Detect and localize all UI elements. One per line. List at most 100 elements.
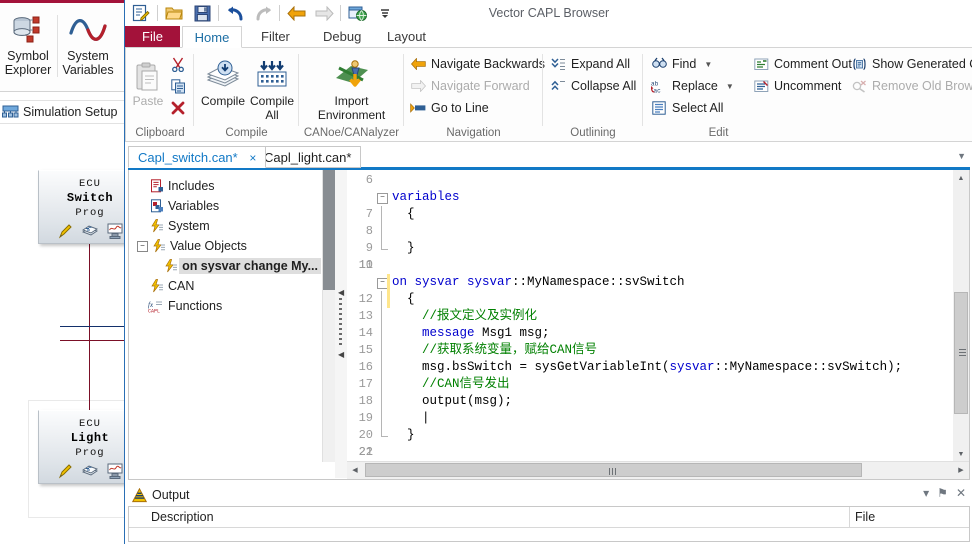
document-tab-capl-switch[interactable]: Capl_switch.can* × <box>128 146 267 168</box>
code-line[interactable]: 6 <box>347 172 969 189</box>
scroll-right-icon[interactable]: ▶ <box>953 462 969 478</box>
select-all-button[interactable]: Select All <box>651 98 723 118</box>
pencil-icon[interactable] <box>58 463 73 479</box>
navigate-forward-icon[interactable] <box>310 1 338 25</box>
close-icon[interactable]: × <box>249 151 256 165</box>
system-variables-button[interactable]: System Variables <box>58 11 118 77</box>
chevron-down-icon[interactable]: ▼ <box>957 151 966 161</box>
customize-qat-icon[interactable] <box>371 1 399 25</box>
splitter-grip[interactable] <box>339 298 342 346</box>
tree-expander[interactable]: − <box>137 240 148 252</box>
remove-old-browser-info-button[interactable]: Remove Old Browser Info <box>851 76 972 96</box>
expand-all-button[interactable]: Expand All <box>550 54 630 74</box>
code-line[interactable]: 11 <box>347 257 969 274</box>
show-generated-code-button[interactable]: Show Generated Code <box>851 54 972 74</box>
document-tab-capl-light[interactable]: Capl_light.can* <box>254 146 362 168</box>
code-scrollbar-thumb[interactable] <box>954 292 968 414</box>
code-hscrollbar-thumb[interactable] <box>365 463 862 477</box>
code-line[interactable]: 21 } <box>347 427 969 459</box>
ecu-light-block[interactable]: ECU Light Prog <box>38 410 124 484</box>
open-folder-icon[interactable] <box>160 1 188 25</box>
code-line[interactable]: 15 message Msg1 msg; <box>347 325 969 357</box>
panel-icon[interactable] <box>107 463 123 479</box>
tree-item-variables[interactable]: Variables <box>137 196 321 216</box>
find-button[interactable]: Find ▼ <box>651 54 712 74</box>
tree-vertical-scrollbar[interactable] <box>322 170 336 462</box>
tree-item-functions[interactable]: fx CAPL Functions <box>137 296 321 316</box>
navigate-forward-button[interactable]: Navigate Forward <box>410 76 530 96</box>
chevron-down-icon[interactable]: ▼ <box>704 60 712 69</box>
ribbon-tab-layout[interactable]: Layout <box>374 26 439 48</box>
redo-icon[interactable] <box>249 1 277 25</box>
cut-button[interactable] <box>170 54 186 74</box>
collapse-all-button[interactable]: Collapse All <box>550 76 636 96</box>
capl-structure-tree[interactable]: Includes Variables System − Value Object… <box>129 170 321 478</box>
scroll-left-icon[interactable]: ◀ <box>347 462 363 478</box>
compile-all-button[interactable]: Compile All <box>248 52 296 122</box>
comment-out-button[interactable]: Comment Out <box>753 54 852 74</box>
ecu-switch-block[interactable]: ECU Switch Prog <box>38 170 124 244</box>
code-line[interactable]: 14 //报文定义及实例化 <box>347 308 969 340</box>
code-line[interactable]: 16 //获取系统变量，赋给CAN信号 <box>347 342 969 374</box>
chevron-down-icon[interactable]: ▼ <box>726 82 734 91</box>
close-icon[interactable]: ✕ <box>956 486 966 500</box>
output-grid[interactable]: Description File <box>128 506 970 542</box>
tree-item-on-sysvar-change[interactable]: on sysvar change My... <box>137 256 321 276</box>
ribbon-tab-home[interactable]: Home <box>182 26 242 48</box>
code-line[interactable]: 13 { <box>347 291 969 323</box>
scroll-down-icon[interactable]: ▼ <box>953 446 969 462</box>
code-line[interactable]: 20 | <box>347 410 969 442</box>
column-header-description[interactable]: Description <box>129 510 849 524</box>
code-line[interactable]: 8 { <box>347 206 969 238</box>
editor-splitter[interactable]: ◀ ◀ <box>335 170 347 478</box>
uncomment-button[interactable]: Uncomment <box>753 76 841 96</box>
code-line[interactable]: 17 msg.bsSwitch = sysGetVariableInt(sysv… <box>347 359 969 391</box>
pencil-icon[interactable] <box>58 223 73 239</box>
code-line[interactable]: 12 − on sysvar sysvar::MyNamespace::svSw… <box>347 274 969 306</box>
ecu-switch-role: Prog <box>75 207 105 219</box>
column-header-file[interactable]: File <box>850 510 875 524</box>
symbol-explorer-button[interactable]: Symbol Explorer <box>0 11 58 77</box>
pin-icon[interactable]: ⚑ <box>937 486 948 500</box>
paste-button[interactable]: Paste <box>128 52 168 109</box>
dropdown-icon[interactable]: ▾ <box>923 486 929 500</box>
scroll-up-icon[interactable]: ▲ <box>953 170 969 186</box>
ribbon-tab-filter[interactable]: Filter <box>248 26 303 48</box>
compile-button[interactable]: Compile <box>198 52 248 109</box>
tree-item-includes[interactable]: Includes <box>137 176 321 196</box>
import-environment-button[interactable]: Import Environment <box>299 52 404 122</box>
tree-item-can[interactable]: CAN <box>137 276 321 296</box>
panel-icon[interactable] <box>107 223 123 239</box>
environment-icon[interactable] <box>343 1 371 25</box>
code-horizontal-scrollbar[interactable]: ◀ ▶ <box>347 461 969 479</box>
copy-button[interactable] <box>170 76 186 96</box>
ribbon-tab-debug[interactable]: Debug <box>310 26 374 48</box>
splitter-collapse-right-icon[interactable]: ◀ <box>338 350 344 359</box>
code-line[interactable]: 22 <box>347 444 969 461</box>
new-document-icon[interactable] <box>127 1 155 25</box>
replace-button[interactable]: ab ac Replace ▼ <box>651 76 734 96</box>
code-editor[interactable]: 6 7 − variables 8 { 9 10} 11 12 − on sy… <box>347 170 969 462</box>
fold-toggle-icon[interactable]: − <box>377 193 388 204</box>
code-line[interactable]: 10 } <box>347 240 969 272</box>
tree-item-system[interactable]: System <box>137 216 321 236</box>
splitter-collapse-left-icon[interactable]: ◀ <box>338 288 344 297</box>
go-to-line-button[interactable]: Go to Line <box>410 98 489 118</box>
delete-button[interactable] <box>170 98 186 118</box>
capl-program-icon[interactable] <box>81 463 98 479</box>
navigate-backwards-button[interactable]: Navigate Backwards <box>410 54 545 74</box>
save-icon[interactable] <box>188 1 216 25</box>
code-line[interactable]: 19 output(msg); <box>347 393 969 425</box>
capl-program-icon[interactable] <box>81 223 98 239</box>
can-icon <box>148 278 165 294</box>
code-line[interactable]: 9 <box>347 223 969 255</box>
code-line[interactable]: 18 //CAN信号发出 <box>347 376 969 408</box>
code-vertical-scrollbar[interactable]: ▲ ▼ <box>953 170 969 462</box>
simulation-setup-item[interactable]: Simulation Setup <box>0 100 124 124</box>
undo-icon[interactable] <box>221 1 249 25</box>
navigate-backwards-icon[interactable] <box>282 1 310 25</box>
code-line[interactable]: 7 − variables <box>347 189 969 221</box>
ribbon-tab-file[interactable]: File <box>125 26 180 48</box>
ribbon-tab-home-label: Home <box>194 30 230 45</box>
tree-item-value-objects[interactable]: − Value Objects <box>137 236 321 256</box>
